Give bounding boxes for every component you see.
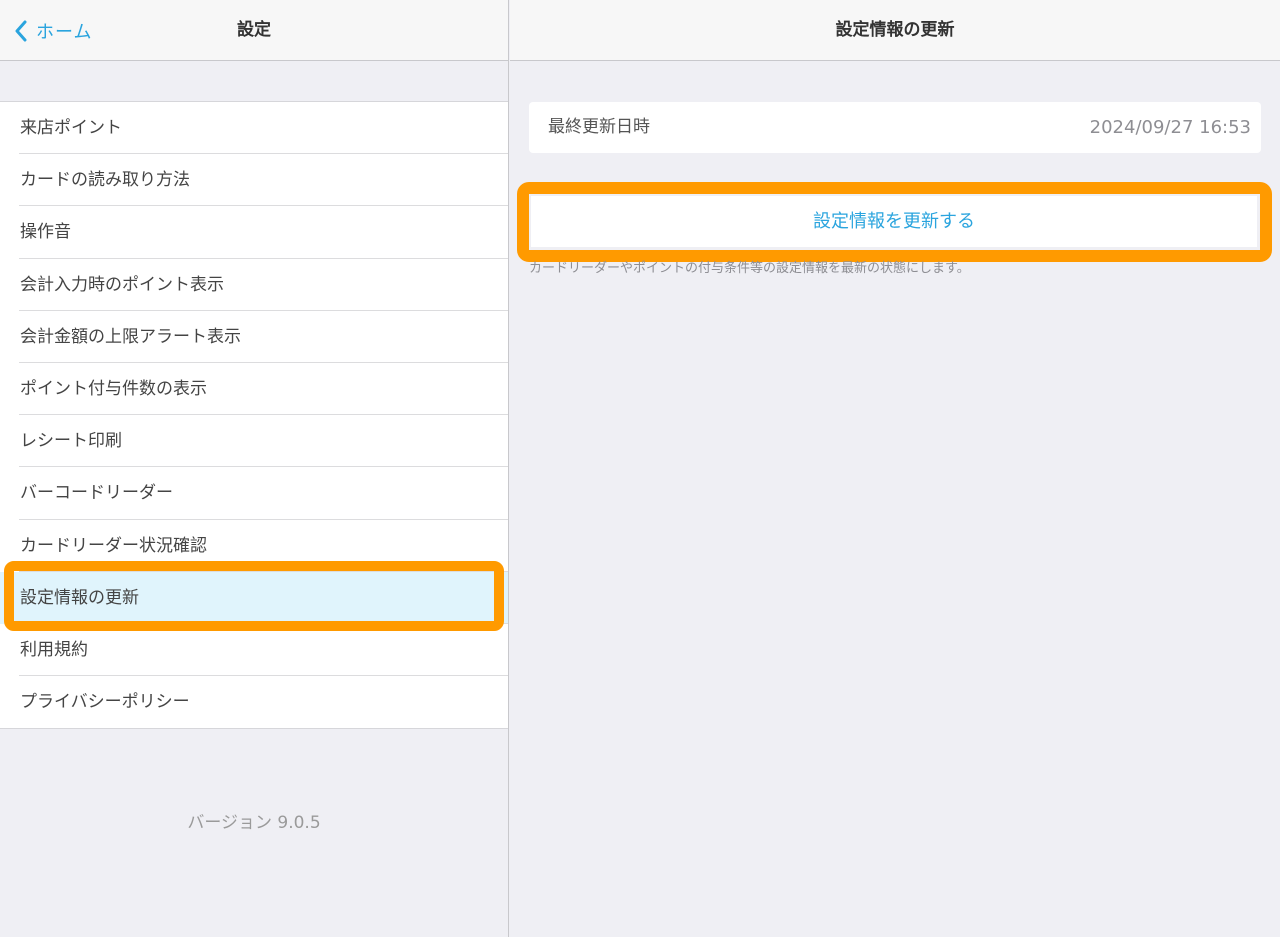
menu-item-barcode-reader[interactable]: バーコードリーダー	[0, 467, 508, 520]
menu-item-operation-sound[interactable]: 操作音	[0, 206, 508, 259]
last-update-row: 最終更新日時 2024/09/27 16:53	[529, 102, 1261, 153]
menu-item-receipt-printing[interactable]: レシート印刷	[0, 415, 508, 468]
menu-item-checkout-point-display[interactable]: 会計入力時のポイント表示	[0, 258, 508, 311]
detail-navbar: 設定情報の更新	[510, 0, 1280, 61]
settings-detail: 設定情報の更新 最終更新日時 2024/09/27 16:53 設定情報を更新す…	[510, 0, 1280, 937]
settings-sidebar: ホーム 設定 来店ポイント カードの読み取り方法 操作音 会計入力時のポイント表…	[0, 0, 509, 937]
sidebar-navbar: ホーム 設定	[0, 0, 508, 61]
app-version: バージョン 9.0.5	[187, 813, 321, 833]
menu-item-update-settings[interactable]: 設定情報の更新	[0, 571, 508, 625]
detail-title: 設定情報の更新	[835, 20, 955, 40]
settings-menu-list: 来店ポイント カードの読み取り方法 操作音 会計入力時のポイント表示 会計金額の…	[0, 101, 508, 730]
sidebar-title: 設定	[237, 20, 271, 40]
update-settings-button[interactable]: 設定情報を更新する	[531, 196, 1257, 247]
menu-item-visit-points[interactable]: 来店ポイント	[0, 102, 508, 155]
last-update-label: 最終更新日時	[548, 117, 650, 137]
menu-item-card-reader-status[interactable]: カードリーダー状況確認	[0, 519, 508, 572]
settings-app: ホーム 設定 来店ポイント カードの読み取り方法 操作音 会計入力時のポイント表…	[0, 0, 1280, 937]
menu-item-terms-of-use[interactable]: 利用規約	[0, 623, 508, 677]
menu-item-amount-limit-alert[interactable]: 会計金額の上限アラート表示	[0, 310, 508, 364]
menu-item-point-grant-count[interactable]: ポイント付与件数の表示	[0, 362, 508, 416]
last-update-value: 2024/09/27 16:53	[1089, 117, 1251, 138]
update-hint-text: カードリーダーやポイントの付与条件等の設定情報を最新の状態にします。	[529, 261, 970, 276]
menu-item-privacy-policy[interactable]: プライバシーポリシー	[0, 676, 508, 729]
menu-item-card-read-method[interactable]: カードの読み取り方法	[0, 154, 508, 207]
